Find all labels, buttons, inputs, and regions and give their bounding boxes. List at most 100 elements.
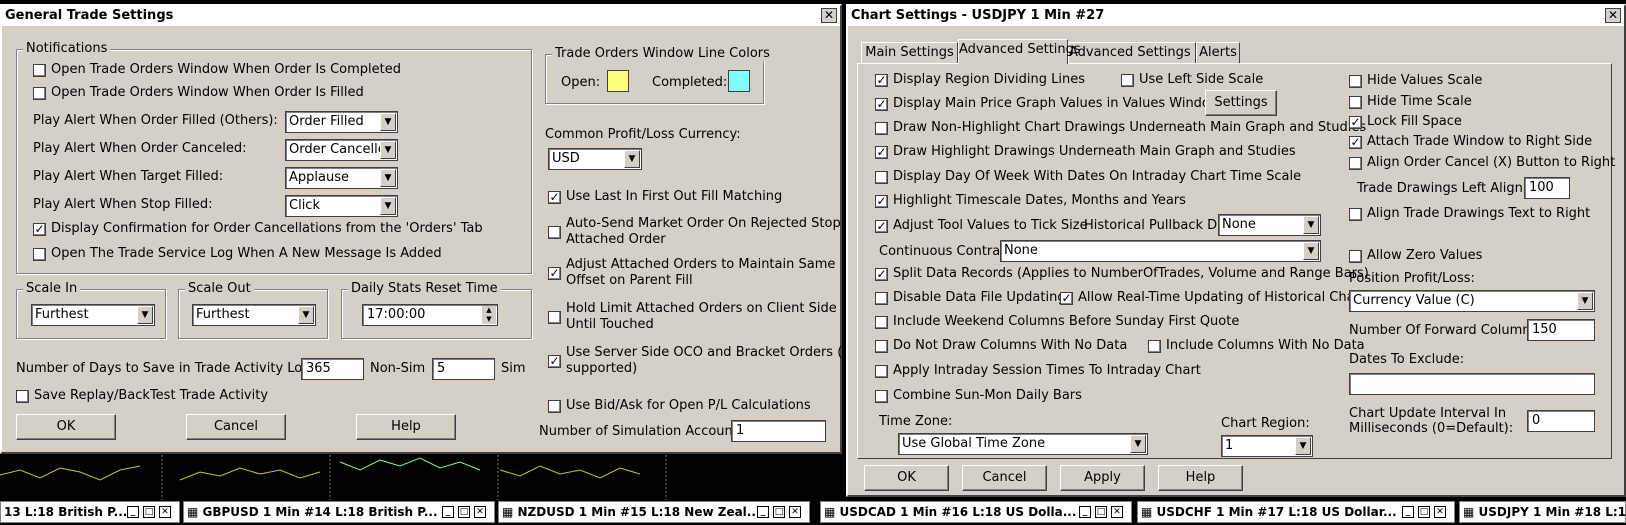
apply-session-checkbox[interactable] — [875, 365, 888, 378]
left-scale-checkbox[interactable] — [1121, 74, 1134, 87]
ok-button[interactable]: OK — [16, 414, 116, 440]
spin-down-icon[interactable]: ▼ — [482, 315, 496, 324]
hold-limit-checkbox[interactable] — [548, 311, 561, 324]
chevron-down-icon: ▼ — [137, 306, 153, 324]
maximize-icon[interactable]: □ — [143, 506, 155, 518]
main-values-checkbox[interactable]: ✓ — [875, 98, 888, 111]
alert-target-select[interactable]: Applause ▼ — [285, 167, 398, 189]
open-on-completed-label: Open Trade Orders Window When Order Is C… — [51, 62, 401, 77]
hold-limit-label-2: Until Touched — [566, 317, 654, 332]
alert-canceled-select[interactable]: Order Cancelled ▼ — [285, 139, 398, 161]
highlight-timescale-checkbox[interactable]: ✓ — [875, 195, 888, 208]
maximize-icon[interactable]: □ — [458, 506, 470, 518]
alert-filled-select[interactable]: Order Filled ▼ — [285, 111, 398, 133]
dates-input[interactable] — [1349, 373, 1595, 395]
include-columns-checkbox[interactable] — [1148, 340, 1161, 353]
attach-trade-checkbox[interactable]: ✓ — [1349, 136, 1362, 149]
close-icon[interactable]: ✕ — [474, 506, 486, 518]
maximize-icon[interactable]: □ — [1418, 506, 1430, 518]
auto-send-checkbox[interactable] — [548, 226, 561, 239]
daily-reset-time-input[interactable]: 17:00:00 ▲ ▼ — [362, 304, 498, 326]
save-replay-checkbox[interactable] — [16, 390, 29, 403]
highlight-timescale-label: Highlight Timescale Dates, Months and Ye… — [893, 193, 1186, 208]
align-text-checkbox[interactable] — [1349, 208, 1362, 221]
close-icon[interactable]: ✕ — [159, 506, 171, 518]
open-color-swatch[interactable] — [607, 70, 629, 92]
taskbar-item[interactable]: 13 L:18 British P... _ □ ✕ — [0, 501, 180, 523]
cancel-button[interactable]: Cancel — [962, 465, 1047, 491]
minimize-icon[interactable]: _ — [127, 506, 139, 518]
taskbar-item-label: 13 L:18 British P... — [4, 505, 128, 519]
tab-advanced-settings[interactable]: Advanced Settings — [958, 39, 1081, 64]
combine-sunmon-checkbox[interactable] — [875, 390, 888, 403]
allow-realtime-checkbox[interactable]: ✓ — [1060, 292, 1073, 305]
draw-nonhighlight-checkbox[interactable] — [875, 122, 888, 135]
region-lines-checkbox[interactable]: ✓ — [875, 74, 888, 87]
close-icon[interactable]: ✕ — [821, 8, 837, 23]
help-button[interactable]: Help — [356, 414, 456, 440]
spin-up-icon[interactable]: ▲ — [482, 306, 496, 315]
taskbar-item[interactable]: ▦ GBPUSD 1 Min #14 L:18 British P... _ □… — [183, 501, 495, 523]
region-select[interactable]: 1 ▼ — [1221, 435, 1313, 457]
minimize-icon[interactable]: _ — [757, 506, 769, 518]
alert-stop-label: Play Alert When Stop Filled: — [33, 197, 213, 212]
adjust-attached-checkbox[interactable]: ✓ — [548, 267, 561, 280]
scale-in-select[interactable]: Furthest ▼ — [31, 304, 155, 326]
help-button[interactable]: Help — [1158, 465, 1243, 491]
apply-button[interactable]: Apply — [1060, 465, 1145, 491]
draw-highlight-checkbox[interactable]: ✓ — [875, 146, 888, 159]
alert-stop-select[interactable]: Click ▼ — [285, 195, 398, 217]
open-log-checkbox[interactable] — [33, 248, 46, 261]
forward-input[interactable]: 150 — [1527, 319, 1595, 341]
lock-fill-checkbox[interactable]: ✓ — [1349, 116, 1362, 129]
sim-accounts-input[interactable]: 1 — [731, 420, 826, 442]
hide-time-checkbox[interactable] — [1349, 96, 1362, 109]
close-icon[interactable]: ✕ — [1605, 8, 1621, 23]
drawings-left-input[interactable]: 100 — [1524, 177, 1570, 199]
taskbar-item[interactable]: ▦ NZDUSD 1 Min #15 L:18 New Zeal... _ □ … — [498, 501, 810, 523]
minimize-icon[interactable]: _ — [1079, 506, 1091, 518]
open-on-completed-checkbox[interactable] — [33, 64, 46, 77]
timezone-select[interactable]: Use Global Time Zone ▼ — [898, 433, 1148, 455]
close-icon[interactable]: ✕ — [789, 506, 801, 518]
close-icon[interactable]: ✕ — [1434, 506, 1446, 518]
continuous-select[interactable]: None ▼ — [1000, 240, 1321, 262]
cancel-button[interactable]: Cancel — [186, 414, 286, 440]
close-icon[interactable]: ✕ — [1111, 506, 1123, 518]
display-dow-checkbox[interactable] — [875, 171, 888, 184]
adjust-tool-checkbox[interactable]: ✓ — [875, 220, 888, 233]
ok-button[interactable]: OK — [864, 465, 949, 491]
open-on-filled-checkbox[interactable] — [33, 87, 46, 100]
days-input[interactable]: 365 — [301, 358, 364, 380]
disable-updating-checkbox[interactable] — [875, 292, 888, 305]
hide-values-checkbox[interactable] — [1349, 75, 1362, 88]
bid-ask-checkbox[interactable] — [548, 400, 561, 413]
position-pl-select[interactable]: Currency Value (C) ▼ — [1349, 290, 1595, 312]
confirm-cancel-checkbox[interactable]: ✓ — [33, 223, 46, 236]
tab-advanced-settings-2[interactable]: Advanced Settings 2 — [1068, 42, 1203, 64]
minimize-icon[interactable]: _ — [442, 506, 454, 518]
main-values-label: Display Main Price Graph Values in Value… — [893, 96, 1228, 111]
sim-days-input[interactable]: 5 — [432, 358, 495, 380]
settings-button[interactable]: Settings — [1205, 90, 1277, 116]
taskbar-item[interactable]: ▦ USDJPY 1 Min #18 L:1 — [1459, 501, 1626, 523]
server-oco-checkbox[interactable]: ✓ — [548, 355, 561, 368]
taskbar-item[interactable]: ▦ USDCHF 1 Min #17 L:18 US Dollar... _ □… — [1137, 501, 1455, 523]
scale-out-select[interactable]: Furthest ▼ — [192, 304, 316, 326]
pullback-select[interactable]: None ▼ — [1218, 214, 1321, 236]
interval-input[interactable]: 0 — [1527, 410, 1595, 432]
lifo-checkbox[interactable]: ✓ — [548, 191, 561, 204]
allow-zero-checkbox[interactable] — [1349, 250, 1362, 263]
maximize-icon[interactable]: □ — [1095, 506, 1107, 518]
align-cancel-checkbox[interactable] — [1349, 157, 1362, 170]
split-records-checkbox[interactable]: ✓ — [875, 268, 888, 281]
currency-select[interactable]: USD ▼ — [548, 148, 642, 170]
tab-main-settings[interactable]: Main Settings — [861, 42, 958, 64]
minimize-icon[interactable]: _ — [1402, 506, 1414, 518]
completed-color-swatch[interactable] — [728, 70, 750, 92]
tab-alerts[interactable]: Alerts — [1196, 42, 1240, 64]
maximize-icon[interactable]: □ — [773, 506, 785, 518]
include-weekend-checkbox[interactable] — [875, 316, 888, 329]
no-draw-columns-checkbox[interactable] — [875, 340, 888, 353]
taskbar-item[interactable]: ▦ USDCAD 1 Min #16 L:18 US Dolla... _ □ … — [820, 501, 1132, 523]
